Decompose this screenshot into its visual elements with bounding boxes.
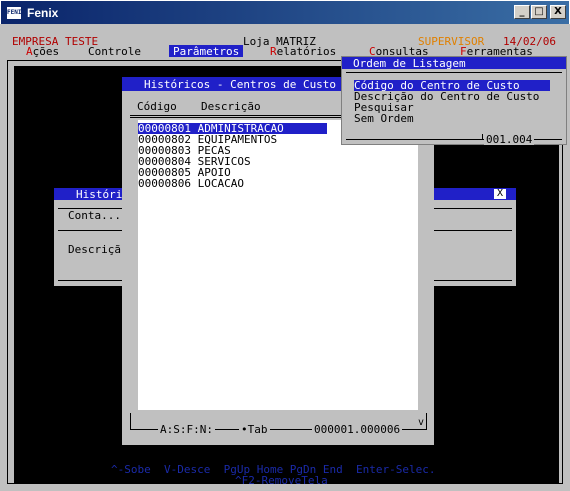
menu-label: elatórios — [276, 45, 337, 58]
menu-controle[interactable]: Controle — [88, 46, 141, 57]
close-button[interactable]: X — [550, 5, 566, 19]
menu-relatorios[interactable]: Relatórios — [270, 46, 336, 57]
app-icon: FENIX — [6, 6, 25, 20]
footer-record-count: 000001.000006 — [312, 423, 403, 436]
list-dialog-title-text: Históricos - Centros de Custo — [144, 78, 337, 91]
order-menu-title: Ordem de Listagem — [342, 57, 566, 69]
row-code: 00000806 — [138, 177, 191, 190]
order-menu-counter: 001.004 — [484, 133, 535, 146]
conta-label[interactable]: Conta... — [68, 210, 121, 221]
column-header-code[interactable]: Código — [137, 101, 177, 112]
descricao-label: Descriçã — [68, 243, 121, 256]
footer-hotkeys: A:S:F:N: — [158, 423, 215, 436]
footer-divider — [426, 413, 427, 430]
order-option-none[interactable]: Sem Ordem — [354, 113, 414, 124]
list-rows: 00000801 ADMINISTRACAO 00000802 EQUIPAME… — [138, 123, 338, 189]
menu-parametros[interactable]: Parâmetros — [169, 45, 244, 58]
column-header-description[interactable]: Descrição — [201, 101, 261, 112]
maximize-button[interactable]: □ — [531, 5, 547, 19]
footer-divider — [130, 413, 131, 430]
back-dialog-close-icon[interactable]: X — [494, 189, 506, 199]
footer-divider — [482, 134, 483, 140]
divider — [346, 72, 562, 73]
menu-hotkey: A — [26, 45, 33, 58]
footer-tab: •Tab — [239, 423, 270, 436]
menu-label: ções — [32, 45, 60, 58]
scroll-down-icon[interactable]: v — [418, 417, 424, 428]
window-titlebar[interactable]: FENIX Fenix _ □ X — [0, 0, 570, 24]
menu-label: Parâmetros — [173, 45, 240, 58]
row-desc: LOCACAO — [197, 177, 244, 190]
order-menu: Ordem de Listagem Código do Centro de Cu… — [341, 56, 567, 145]
menu-label: Controle — [88, 45, 141, 58]
menu-hotkey: R — [270, 45, 277, 58]
terminal-screen: EMPRESA TESTE Loja MATRIZ SUPERVISOR 14/… — [3, 26, 567, 488]
footer-tab-label: Tab — [247, 423, 268, 436]
back-dialog-title-text: Históri — [76, 188, 123, 201]
help-keys-line2: ^F2-RemoveTela — [235, 474, 328, 487]
menu-acoes[interactable]: Ações — [26, 46, 59, 57]
table-row[interactable]: 00000806 LOCACAO — [138, 178, 338, 189]
window-title: Fenix — [27, 6, 59, 20]
minimize-button[interactable]: _ — [514, 5, 530, 19]
